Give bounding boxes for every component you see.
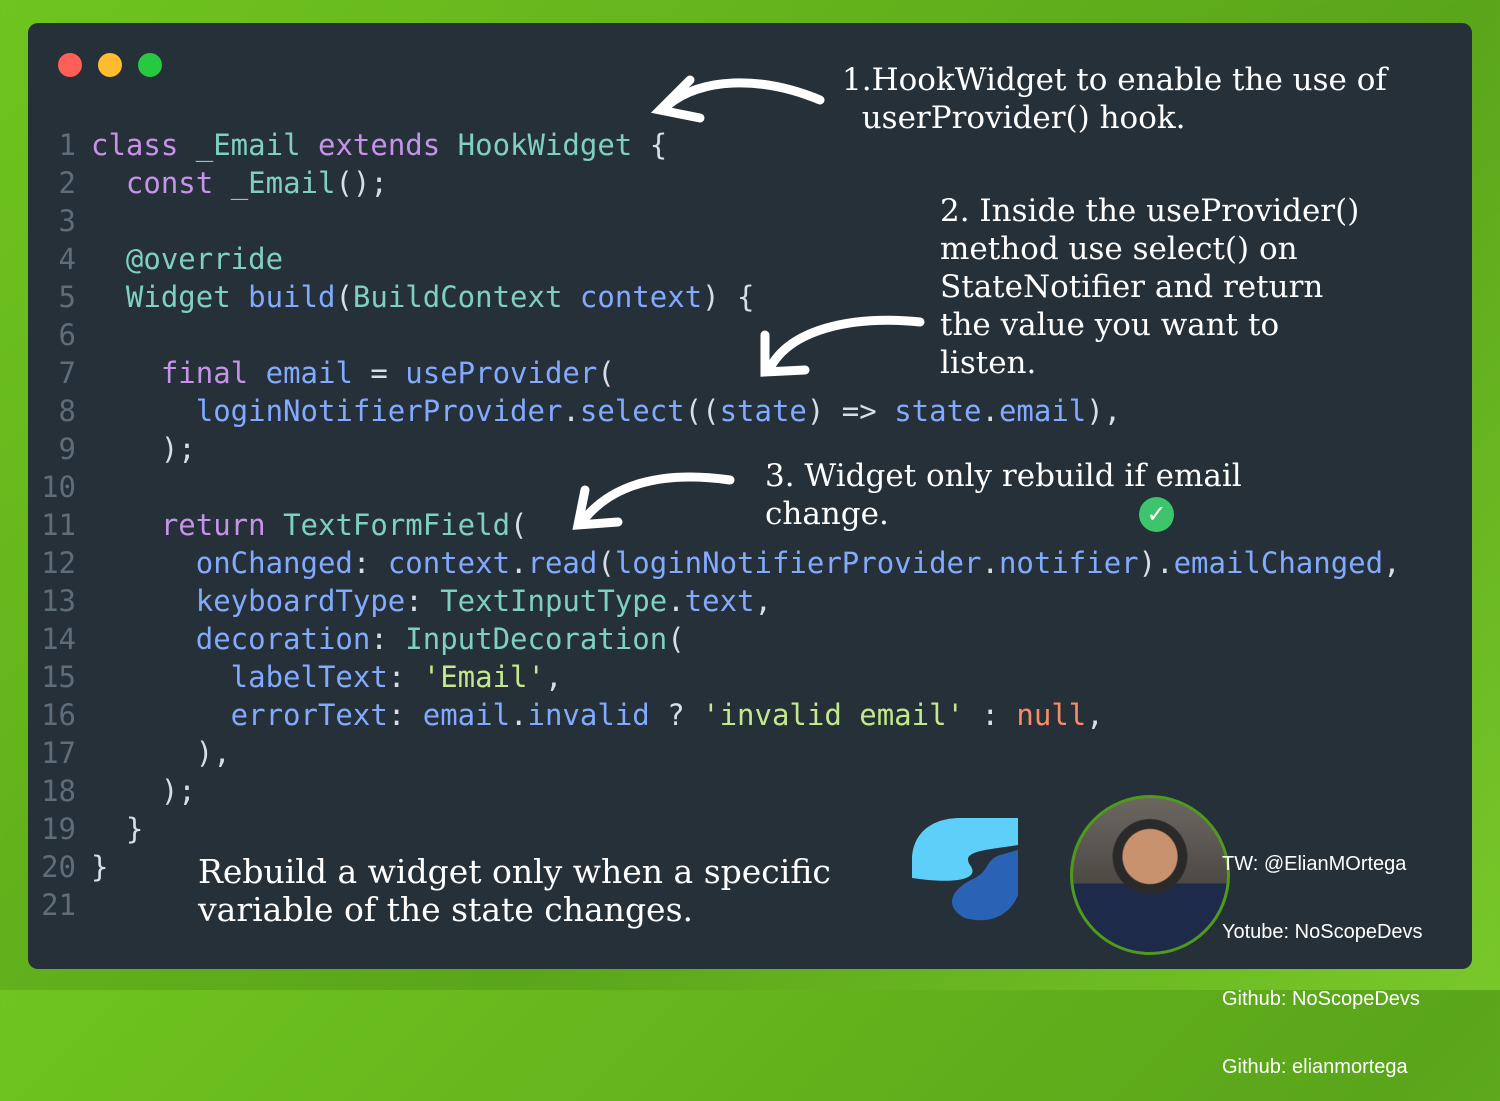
caption: Rebuild a widget only when a specific va… [198,852,831,929]
annotation-2: 2. Inside the useProvider() method use s… [940,193,1360,381]
github-link: Github: NoScopeDevs [1222,988,1420,1010]
youtube-channel: Yotube: NoScopeDevs [1222,920,1423,943]
twitter-handle: TW: @ElianMOrtega [1222,853,1407,875]
annotation-1: 1.HookWidget to enable the use of userPr… [842,62,1387,136]
social-links: TW: @ElianMOrtega Yotube: NoScopeDevs Gi… [1222,808,1423,1101]
author-avatar [1070,795,1230,955]
github-link: Github: elianmortega [1222,1055,1408,1078]
check-circle-icon: ✓ [1139,497,1174,532]
